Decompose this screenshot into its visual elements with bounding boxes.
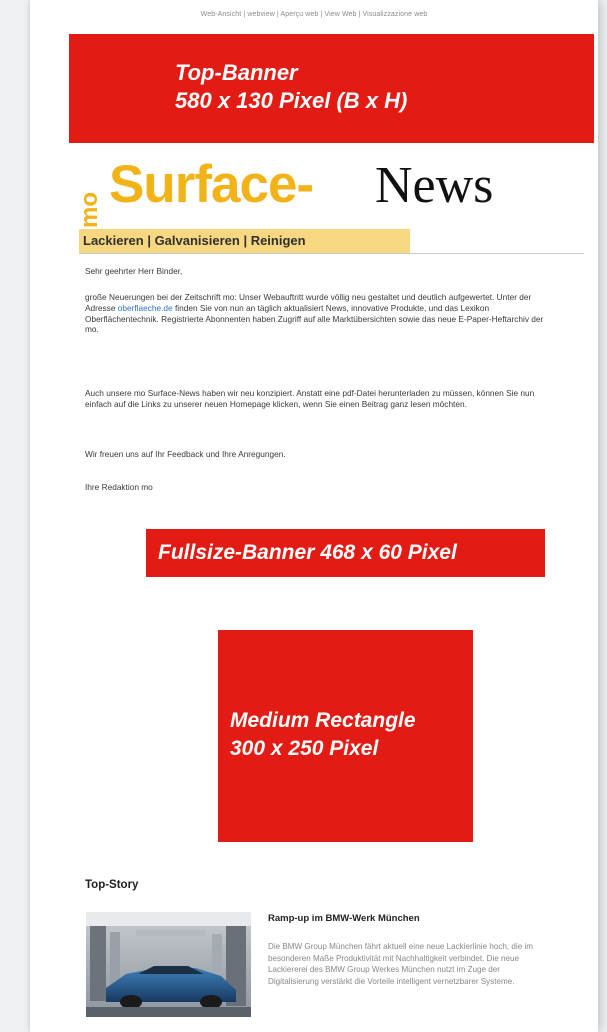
logo-surface-word: Surface- — [109, 155, 314, 214]
letter-signoff: Ihre Redaktion mo — [85, 482, 153, 492]
newsletter-sheet: Web-Ansicht | webview | Aperçu web | Vie… — [30, 0, 598, 1032]
top-story-heading: Top-Story — [85, 879, 139, 891]
medium-rectangle-size: 300 x 250 Pixel — [230, 737, 379, 760]
story-thumbnail-image[interactable] — [86, 912, 251, 1017]
letter-paragraph-3: Wir freuen uns auf Ihr Feedback und Ihre… — [85, 449, 286, 459]
top-banner-ad[interactable]: Top-Banner 580 x 130 Pixel (B x H) — [69, 34, 594, 143]
mo-logo-text: mo — [79, 192, 101, 228]
logo-tagline: Lackieren | Galvanisieren | Reinigen — [79, 229, 410, 253]
medium-rectangle-title: Medium Rectangle — [230, 709, 416, 732]
letter-paragraph-1: große Neuerungen bei der Zeitschrift mo:… — [85, 292, 555, 335]
fullsize-banner-ad[interactable]: Fullsize-Banner 468 x 60 Pixel — [146, 529, 545, 577]
story-headline-link[interactable]: Ramp-up im BMW-Werk München — [268, 913, 420, 924]
mo-logo-mark: mo — [79, 192, 101, 228]
medium-rectangle-ad[interactable]: Medium Rectangle 300 x 250 Pixel — [218, 630, 473, 842]
header-divider — [79, 253, 584, 254]
top-banner-size: 580 x 130 Pixel (B x H) — [175, 88, 408, 113]
top-banner-title: Top-Banner — [175, 60, 298, 85]
fullsize-banner-label: Fullsize-Banner 468 x 60 Pixel — [158, 541, 457, 564]
letter-paragraph-2: Auch unsere mo Surface-News haben wir ne… — [85, 388, 535, 409]
car-factory-illustration — [86, 912, 251, 1017]
webview-links[interactable]: Web-Ansicht | webview | Aperçu web | Vie… — [30, 11, 598, 18]
salutation: Sehr geehrter Herr Binder, — [85, 266, 183, 276]
story-teaser: Die BMW Group München fährt aktuell eine… — [268, 942, 533, 986]
oberflaeche-link[interactable]: oberflaeche.de — [118, 303, 173, 313]
logo-news-word: News — [375, 157, 494, 214]
